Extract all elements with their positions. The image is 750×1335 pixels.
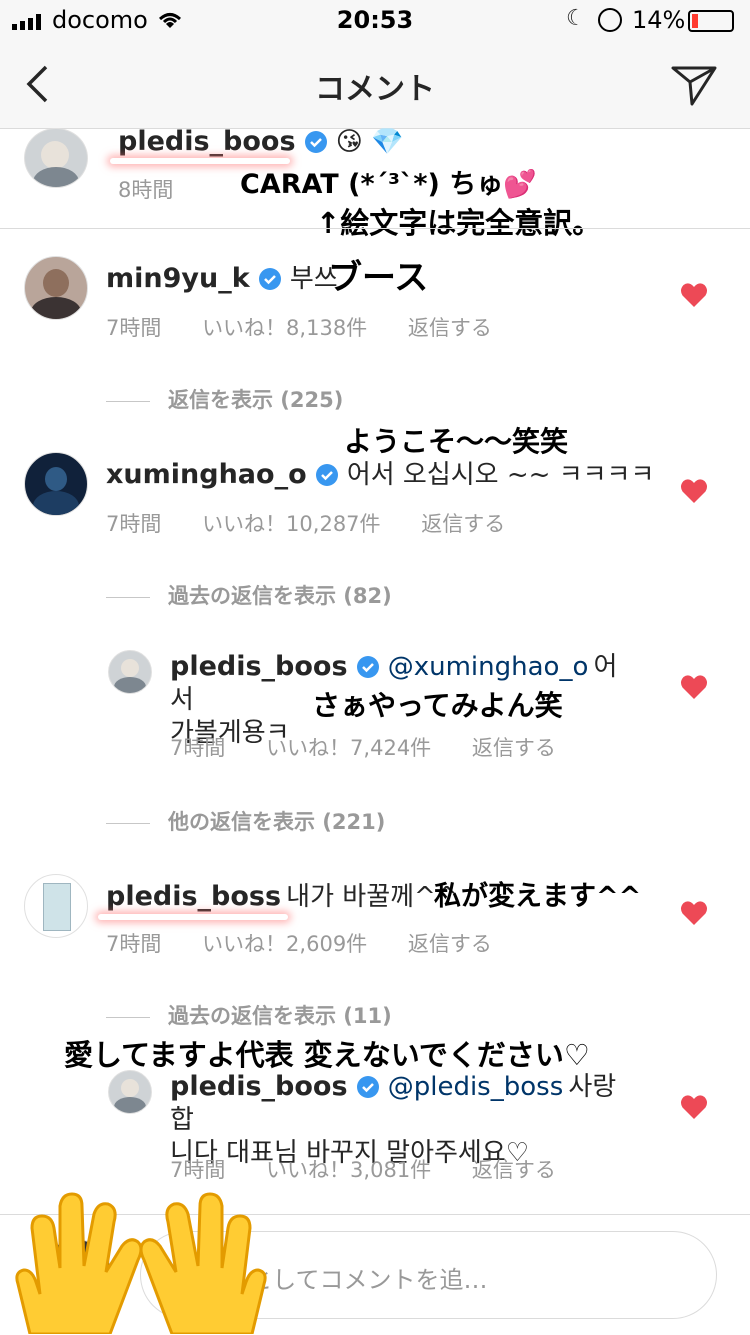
caption-row: pledis_boos 😘 💎 8時間 CARAT (*´³`*) ちゅ💕 ↑絵… xyxy=(0,126,750,240)
verified-badge-icon xyxy=(258,268,281,290)
caption-time: 8時間 xyxy=(118,178,174,202)
battery-percent: 14% xyxy=(632,6,686,34)
caption-emoji: 😘 💎 xyxy=(335,127,404,157)
status-bar: docomo 20:53 ☾ 14% xyxy=(0,0,750,40)
overlay-text: ブース xyxy=(328,258,429,298)
reply-username[interactable]: pledis_boos xyxy=(170,1071,348,1102)
comment-row: min9yu_k 부쓰 ブース 7時間 いいね！8,138件 返信する xyxy=(0,256,750,356)
like-count[interactable]: いいね！8,138件 xyxy=(202,316,367,340)
reply-link[interactable]: 返信する xyxy=(421,512,505,536)
comment-time: 7時間 xyxy=(106,512,162,536)
moon-icon: ☾ xyxy=(566,6,586,31)
comment-meta: 7時間 いいね！2,609件 返信する xyxy=(106,928,526,958)
like-count[interactable]: いいね！3,081件 xyxy=(266,1158,431,1182)
view-replies-button[interactable]: 他の返信を表示 (221) xyxy=(106,806,385,836)
divider-line xyxy=(106,400,150,402)
overlay-text: CARAT (*´³`*) ちゅ💕 xyxy=(240,169,537,200)
reply-time: 7時間 xyxy=(170,736,226,760)
divider xyxy=(0,228,750,229)
view-replies-label: 過去の返信を表示 (11) xyxy=(168,1004,392,1028)
avatar[interactable] xyxy=(24,874,88,938)
reply-link[interactable]: 返信する xyxy=(408,932,492,956)
divider-line xyxy=(106,822,150,824)
heart-icon[interactable] xyxy=(680,900,708,926)
comment-row: xuminghao_o 어서 오십시오 ~~ ㅋㅋㅋㅋ 7時間 いいね！10,2… xyxy=(0,452,750,552)
divider-line xyxy=(106,596,150,598)
avatar[interactable] xyxy=(24,128,88,188)
overlay-text: さぁやってみよん笑 xyxy=(312,689,563,722)
overlay-text: 私が変えます^^ xyxy=(434,881,642,912)
verified-badge-icon xyxy=(356,1076,379,1098)
view-replies-button[interactable]: 過去の返信を表示 (82) xyxy=(106,580,392,610)
heart-icon[interactable] xyxy=(680,1094,708,1120)
verified-badge-icon xyxy=(356,656,379,678)
heart-icon[interactable] xyxy=(680,674,708,700)
reply-link[interactable]: 返信する xyxy=(408,316,492,340)
verified-badge-icon xyxy=(315,464,338,486)
reply-time: 7時間 xyxy=(170,1158,226,1182)
reply-link[interactable]: 返信する xyxy=(472,1158,556,1182)
comment-username[interactable]: xuminghao_o xyxy=(106,459,307,490)
reply-row: pledis_boos @pledis_boss 사랑합 니다 대표님 바꾸지 … xyxy=(0,1070,750,1182)
mention-link[interactable]: @xuminghao_o xyxy=(388,652,589,682)
overlay-text: 愛してますよ代表 変えないでください♡ xyxy=(64,1038,590,1072)
like-count[interactable]: いいね！10,287件 xyxy=(202,512,380,536)
comment-row: pledis_boss 내가 바꿀께^^ 私が変えます^^ 7時間 いいね！2,… xyxy=(0,874,750,974)
reply-row: pledis_boos @xuminghao_o 어서 가볼게용ㅋ さぁやってみ… xyxy=(0,650,750,760)
avatar[interactable] xyxy=(24,452,88,516)
reply-meta: 7時間 いいね！7,424件 返信する xyxy=(170,732,590,762)
divider-line xyxy=(106,1016,150,1018)
nav-bar: コメント xyxy=(0,40,750,129)
heart-icon[interactable] xyxy=(680,282,708,308)
avatar[interactable] xyxy=(108,1070,152,1114)
reply-meta: 7時間 いいね！3,081件 返信する xyxy=(170,1154,590,1184)
heart-icon[interactable] xyxy=(680,478,708,504)
overlay-text: ↑絵文字は完全意訳。 xyxy=(316,206,602,240)
comment-text: 어서 오십시오 ~~ ㅋㅋㅋㅋ xyxy=(346,460,655,490)
highlight-underline xyxy=(98,914,288,920)
view-replies-label: 返信を表示 (225) xyxy=(168,388,344,412)
comment-meta: 7時間 いいね！10,287件 返信する xyxy=(106,508,539,538)
view-replies-label: 過去の返信を表示 (82) xyxy=(168,584,392,608)
comment-username[interactable]: pledis_boss xyxy=(106,881,281,912)
view-replies-label: 他の返信を表示 (221) xyxy=(168,810,386,834)
avatar[interactable] xyxy=(24,256,88,320)
comment-meta: 7時間 いいね！8,138件 返信する xyxy=(106,312,526,342)
comment-time: 7時間 xyxy=(106,932,162,956)
comment-time: 7時間 xyxy=(106,316,162,340)
comment-text: 내가 바꿀께^^ xyxy=(286,882,458,912)
battery-icon xyxy=(688,10,734,32)
reply-link[interactable]: 返信する xyxy=(472,736,556,760)
caption-username[interactable]: pledis_boos xyxy=(118,126,296,157)
reply-username[interactable]: pledis_boos xyxy=(170,651,348,682)
verified-badge-icon xyxy=(304,131,327,153)
page-title: コメント xyxy=(315,72,435,107)
mention-link[interactable]: @pledis_boss xyxy=(388,1072,564,1102)
like-count[interactable]: いいね！2,609件 xyxy=(202,932,367,956)
comment-username[interactable]: min9yu_k xyxy=(106,263,250,294)
view-replies-button[interactable]: 過去の返信を表示 (11) xyxy=(106,1000,392,1030)
avatar[interactable] xyxy=(108,650,152,694)
rotation-lock-icon xyxy=(598,8,622,32)
raised-hands-icon xyxy=(15,1192,267,1334)
direct-send-icon[interactable] xyxy=(670,64,718,108)
like-count[interactable]: いいね！7,424件 xyxy=(266,736,431,760)
view-replies-button[interactable]: 返信を表示 (225) xyxy=(106,384,343,414)
